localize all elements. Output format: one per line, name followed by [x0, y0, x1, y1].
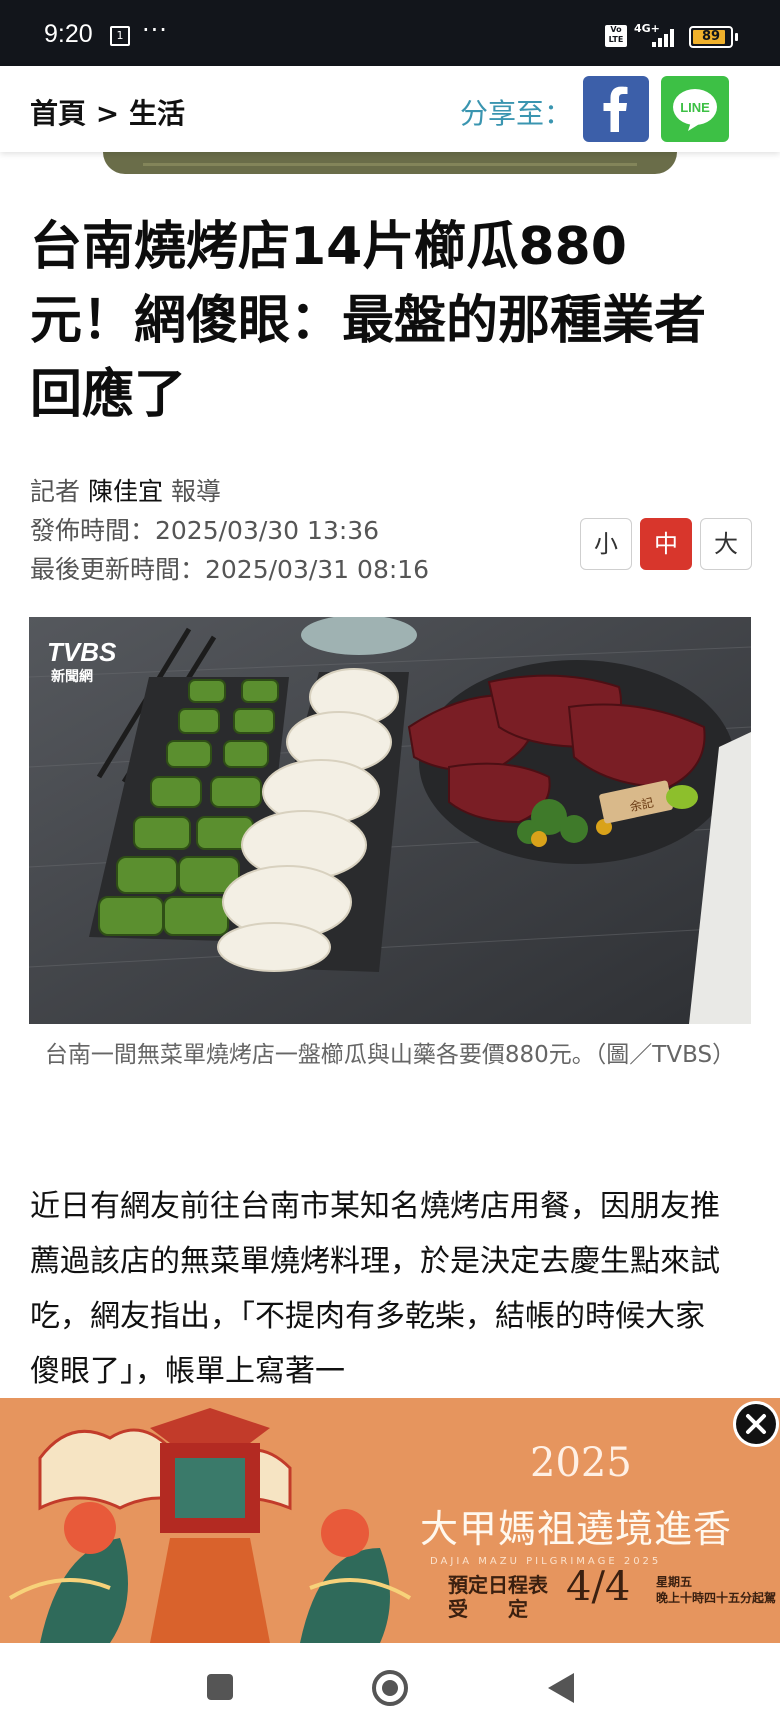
article-title: 台南燒烤店14片櫛瓜880元！網傻眼：最盤的那種業者回應了	[30, 217, 707, 425]
ad-schedule-line1: 預定日程表	[448, 1573, 548, 1597]
food-photo-illustration: 余記 TVBS 新聞網	[29, 617, 751, 1024]
battery-tip	[735, 33, 738, 41]
more-notifications-icon: ···	[142, 16, 168, 44]
ad-date: 4/4	[566, 1564, 631, 1610]
share-facebook-button[interactable]	[583, 76, 649, 142]
line-icon-label: LINE	[680, 100, 710, 115]
byline-suffix: 報導	[170, 477, 221, 506]
system-navigation-bar	[0, 1643, 780, 1734]
recents-button[interactable]	[180, 1643, 260, 1734]
ad-year: 2025	[530, 1440, 632, 1486]
share-label: 分享至：	[460, 97, 573, 130]
article-photo[interactable]: 余記 TVBS 新聞網	[29, 617, 751, 1024]
byline: 記者 陳佳宜 報導	[30, 472, 429, 511]
ad-day-line1: 星期五	[656, 1575, 693, 1589]
close-icon	[736, 1404, 776, 1444]
battery-level: 89	[701, 29, 721, 44]
recents-icon	[207, 1674, 233, 1700]
clock: 9:20	[44, 20, 93, 48]
font-size-small-button[interactable]: 小	[580, 518, 632, 570]
font-size-large-button[interactable]: 大	[700, 518, 752, 570]
breadcrumb: 首頁 > 生活	[30, 92, 185, 132]
updated-time: 最後更新時間：2025/03/31 08:16	[30, 555, 430, 584]
breadcrumb-home-link[interactable]: 首頁	[30, 97, 86, 130]
bottom-ad-banner[interactable]: 2025 大甲媽祖遶境進香 DAJIA MAZU PILGRIMAGE 2025…	[0, 1398, 780, 1643]
line-icon: LINE	[673, 89, 717, 131]
ad-day-line2: 晚上十時四十五分起駕	[656, 1591, 777, 1605]
ad-title: 大甲媽祖遶境進香	[420, 1507, 733, 1551]
site-header: 首頁 > 生活 分享至： LINE	[0, 66, 780, 152]
ad-illustration	[8, 1408, 412, 1643]
ad-schedule: 預定日程表 受 定	[448, 1573, 548, 1621]
article-body: 近日有網友前往台南市某知名燒烤店用餐，因朋友推薦過該店的無菜單燒烤料理，於是決定…	[30, 1189, 720, 1389]
share-line-button[interactable]: LINE	[661, 76, 729, 142]
published-time: 發佈時間：2025/03/30 13:36	[30, 516, 380, 545]
home-button[interactable]	[350, 1643, 430, 1734]
volte-icon: Vo LTE	[605, 25, 627, 47]
battery-icon: 89	[689, 26, 733, 48]
article-meta: 記者 陳佳宜 報導 發佈時間：2025/03/30 13:36 最後更新時間：2…	[30, 472, 429, 589]
byline-prefix: 記者	[30, 477, 81, 506]
ad-day: 星期五 晚上十時四十五分起駕	[656, 1574, 776, 1606]
home-icon	[372, 1670, 408, 1706]
tvbs-logo-sub: 新聞網	[51, 668, 93, 685]
notification-app-icon: 1	[110, 26, 130, 46]
facebook-icon	[603, 86, 628, 132]
font-size-medium-button[interactable]: 中	[640, 518, 692, 570]
back-icon	[548, 1673, 574, 1703]
reporter-link[interactable]: 陳佳宜	[88, 477, 163, 506]
breadcrumb-section-link[interactable]: 生活	[129, 97, 185, 130]
ad-schedule-line2: 受 定	[448, 1597, 528, 1621]
tvbs-logo: TVBS	[47, 637, 117, 667]
photo-caption: 台南一間無菜單燒烤店一盤櫛瓜與山藥各要價880元。（圖／TVBS）	[44, 1042, 736, 1068]
back-button[interactable]	[520, 1643, 600, 1734]
status-bar: 9:20 1 ··· Vo LTE 4G+ 89	[0, 0, 780, 66]
signal-icon	[652, 27, 678, 47]
ad-close-button[interactable]	[733, 1401, 779, 1447]
breadcrumb-separator: >	[95, 97, 120, 130]
